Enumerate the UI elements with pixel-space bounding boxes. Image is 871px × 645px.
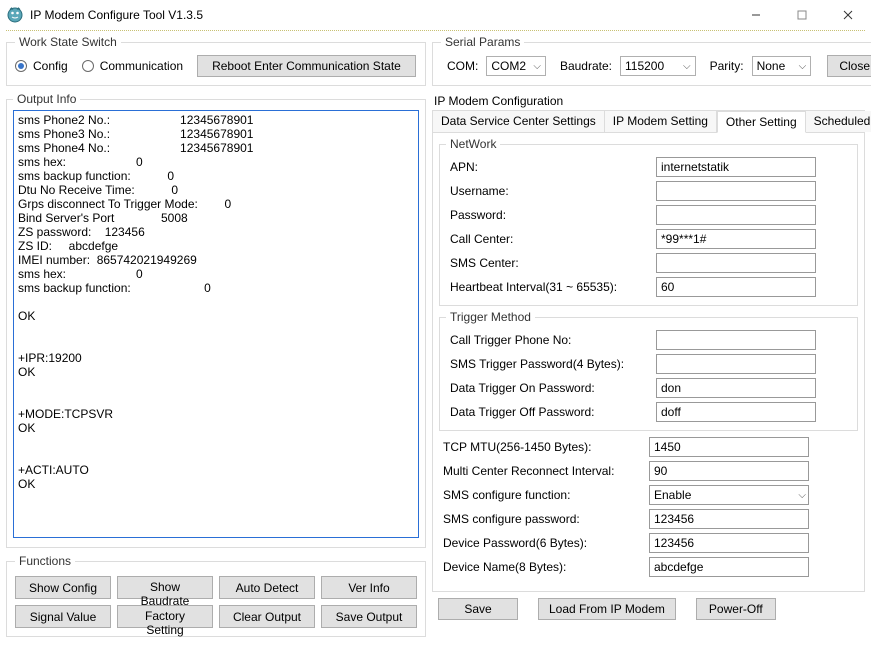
trigger-method-group: Trigger Method Call Trigger Phone No: SM… bbox=[439, 310, 858, 431]
tcp-mtu-input[interactable] bbox=[649, 437, 809, 457]
parity-select[interactable]: None ⌵ bbox=[752, 56, 812, 76]
chevron-down-icon: ⌵ bbox=[798, 490, 806, 501]
save-button[interactable]: Save bbox=[438, 598, 518, 620]
clear-output-button[interactable]: Clear Output bbox=[219, 605, 315, 628]
tab-ip-modem-setting[interactable]: IP Modem Setting bbox=[605, 111, 717, 132]
ip-modem-config-header: IP Modem Configuration bbox=[434, 94, 865, 108]
device-pw-input[interactable] bbox=[649, 533, 809, 553]
multi-center-input[interactable] bbox=[649, 461, 809, 481]
close-button[interactable] bbox=[825, 0, 871, 30]
network-legend: NetWork bbox=[446, 137, 500, 151]
chevron-down-icon: ⌵ bbox=[531, 61, 543, 72]
tab-data-service[interactable]: Data Service Center Settings bbox=[433, 111, 605, 132]
tcp-mtu-label: TCP MTU(256-1450 Bytes): bbox=[439, 440, 649, 454]
serial-params-legend: Serial Params bbox=[441, 35, 524, 49]
output-info-legend: Output Info bbox=[13, 92, 80, 106]
baudrate-select[interactable]: 115200 ⌵ bbox=[620, 56, 696, 76]
com-select[interactable]: COM2 ⌵ bbox=[486, 56, 546, 76]
power-off-button[interactable]: Power-Off bbox=[696, 598, 776, 620]
sms-trigger-pw-label: SMS Trigger Password(4 Bytes): bbox=[446, 357, 656, 371]
radio-communication-label: Communication bbox=[100, 59, 183, 73]
sms-config-func-label: SMS configure function: bbox=[439, 488, 649, 502]
data-trigger-on-label: Data Trigger On Password: bbox=[446, 381, 656, 395]
sms-config-func-value: Enable bbox=[654, 488, 691, 502]
sms-config-pw-label: SMS configure password: bbox=[439, 512, 649, 526]
com-label: COM: bbox=[447, 59, 478, 73]
ver-info-button[interactable]: Ver Info bbox=[321, 576, 417, 599]
radio-dot-icon bbox=[15, 60, 27, 72]
heartbeat-label: Heartbeat Interval(31 ~ 65535): bbox=[446, 280, 656, 294]
save-output-button[interactable]: Save Output bbox=[321, 605, 417, 628]
device-name-input[interactable] bbox=[649, 557, 809, 577]
functions-legend: Functions bbox=[15, 554, 75, 568]
misc-settings: TCP MTU(256-1450 Bytes): Multi Center Re… bbox=[439, 435, 858, 579]
app-icon bbox=[6, 6, 24, 24]
load-from-modem-button[interactable]: Load From IP Modem bbox=[538, 598, 676, 620]
sms-trigger-pw-input[interactable] bbox=[656, 354, 816, 374]
signal-value-button[interactable]: Signal Value bbox=[15, 605, 111, 628]
chevron-down-icon: ⌵ bbox=[681, 61, 693, 72]
close-serial-button[interactable]: Close bbox=[827, 55, 871, 77]
config-tabs: Data Service Center Settings IP Modem Se… bbox=[432, 110, 865, 592]
output-textarea[interactable] bbox=[13, 110, 419, 538]
titlebar: IP Modem Configure Tool V1.3.5 bbox=[0, 0, 871, 30]
radio-config[interactable]: Config bbox=[15, 59, 68, 73]
data-trigger-off-label: Data Trigger Off Password: bbox=[446, 405, 656, 419]
window-title: IP Modem Configure Tool V1.3.5 bbox=[30, 8, 203, 22]
call-trigger-input[interactable] bbox=[656, 330, 816, 350]
maximize-button[interactable] bbox=[779, 0, 825, 30]
tab-scheduled-power[interactable]: Scheduled Pow bbox=[806, 111, 871, 132]
heartbeat-input[interactable] bbox=[656, 277, 816, 297]
sms-config-pw-input[interactable] bbox=[649, 509, 809, 529]
parity-value: None bbox=[757, 59, 797, 73]
call-trigger-label: Call Trigger Phone No: bbox=[446, 333, 656, 347]
tab-other-setting[interactable]: Other Setting bbox=[717, 111, 806, 133]
multi-center-label: Multi Center Reconnect Interval: bbox=[439, 464, 649, 478]
call-center-input[interactable] bbox=[656, 229, 816, 249]
baudrate-value: 115200 bbox=[625, 59, 681, 73]
network-group: NetWork APN: Username: Password: Call Ce… bbox=[439, 137, 858, 306]
show-config-button[interactable]: Show Config bbox=[15, 576, 111, 599]
password-input[interactable] bbox=[656, 205, 816, 225]
radio-config-label: Config bbox=[33, 59, 68, 73]
minimize-button[interactable] bbox=[733, 0, 779, 30]
sms-center-label: SMS Center: bbox=[446, 256, 656, 270]
com-value: COM2 bbox=[491, 59, 531, 73]
show-baudrate-button[interactable]: Show Baudrate bbox=[117, 576, 213, 599]
reboot-button[interactable]: Reboot Enter Communication State bbox=[197, 55, 416, 77]
device-pw-label: Device Password(6 Bytes): bbox=[439, 536, 649, 550]
username-label: Username: bbox=[446, 184, 656, 198]
work-state-legend: Work State Switch bbox=[15, 35, 121, 49]
data-trigger-off-input[interactable] bbox=[656, 402, 816, 422]
device-name-label: Device Name(8 Bytes): bbox=[439, 560, 649, 574]
username-input[interactable] bbox=[656, 181, 816, 201]
work-state-group: Work State Switch Config Communication R… bbox=[6, 35, 426, 86]
data-trigger-on-input[interactable] bbox=[656, 378, 816, 398]
functions-group: Functions Show Config Show Baudrate Auto… bbox=[6, 554, 426, 637]
title-divider bbox=[6, 30, 865, 31]
parity-label: Parity: bbox=[710, 59, 744, 73]
apn-input[interactable] bbox=[656, 157, 816, 177]
sms-center-input[interactable] bbox=[656, 253, 816, 273]
output-info-group: Output Info bbox=[6, 92, 426, 548]
radio-communication[interactable]: Communication bbox=[82, 59, 183, 73]
call-center-label: Call Center: bbox=[446, 232, 656, 246]
baudrate-label: Baudrate: bbox=[560, 59, 612, 73]
chevron-down-icon: ⌵ bbox=[797, 61, 809, 72]
auto-detect-button[interactable]: Auto Detect bbox=[219, 576, 315, 599]
trigger-method-legend: Trigger Method bbox=[446, 310, 535, 324]
serial-params-group: Serial Params COM: COM2 ⌵ Baudrate: 1152… bbox=[432, 35, 871, 86]
factory-setting-button[interactable]: Factory Setting bbox=[117, 605, 213, 628]
sms-config-func-select[interactable]: Enable ⌵ bbox=[649, 485, 809, 505]
apn-label: APN: bbox=[446, 160, 656, 174]
radio-dot-icon bbox=[82, 60, 94, 72]
password-label: Password: bbox=[446, 208, 656, 222]
